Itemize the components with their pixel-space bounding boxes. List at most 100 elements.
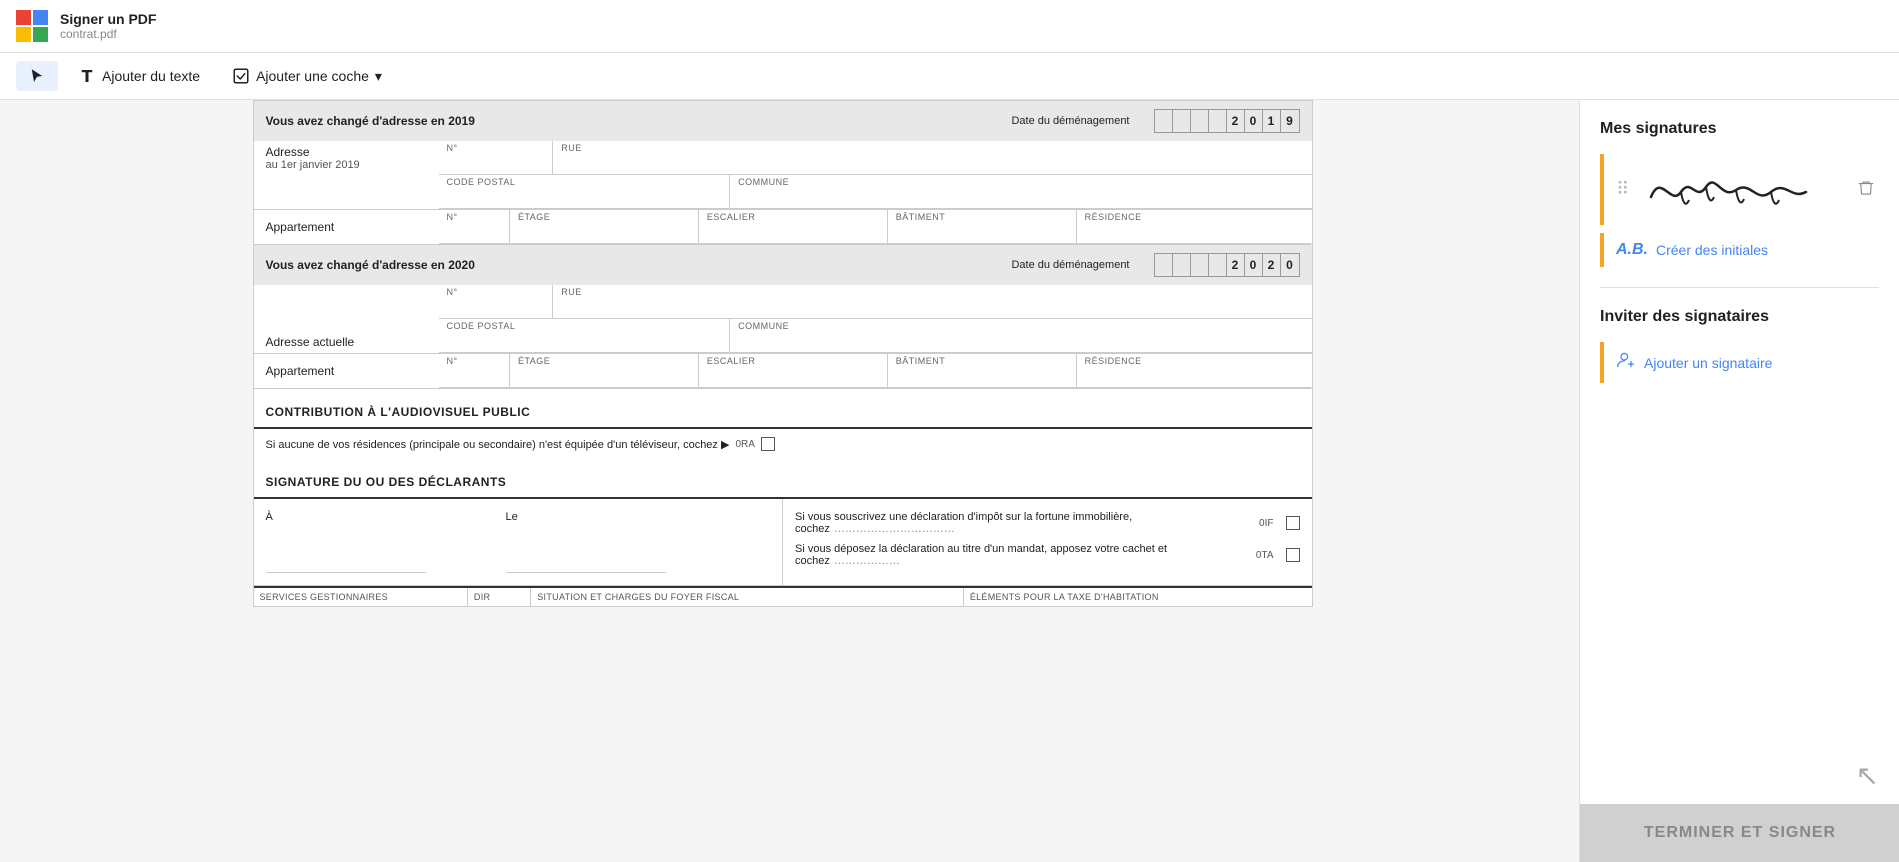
appartement-actuel-area: N° ÉTAGE ESCALIER (439, 354, 1312, 388)
appartement-2019-row: Appartement N° ÉTAGE (254, 210, 1312, 245)
date-box (1209, 110, 1227, 132)
act-etage-sublabel: ÉTAGE (510, 354, 698, 366)
add-text-button[interactable]: Ajouter du texte (66, 61, 212, 91)
add-check-button[interactable]: Ajouter une coche ▾ (220, 61, 394, 91)
commune-sublabel: COMMUNE (730, 175, 1311, 187)
main-layout: Vous avez changé d'adresse en 2019 Date … (0, 100, 1899, 862)
escalier-sublabel: ESCALIER (699, 210, 887, 222)
no-line (439, 153, 553, 175)
act-no-sublabel: N° (439, 285, 553, 297)
date-box: 0 (1245, 110, 1263, 132)
panel-spacer (1580, 395, 1899, 747)
residence-line (1077, 222, 1312, 244)
adresse-actuelle-area: N° RUE C (439, 285, 1312, 353)
app-header: Signer un PDF contrat.pdf (0, 0, 1899, 53)
batiment-line (888, 222, 1076, 244)
date-box: 2 (1227, 254, 1245, 276)
text-icon (78, 67, 96, 85)
services-col: SERVICES GESTIONNAIRES (254, 588, 468, 606)
act-batiment-col: BÂTIMENT (888, 354, 1077, 388)
audiovisuel-text: Si aucune de vos résidences (principale … (266, 438, 730, 451)
rue-line (553, 153, 1311, 175)
a-le-area: À Le (254, 499, 783, 585)
adresse-actuelle-label: Adresse actuelle (266, 335, 355, 349)
rue-col: RUE (553, 141, 1311, 175)
add-check-dropdown-icon: ▾ (375, 68, 382, 85)
address-jan-2019-row: Adresse au 1er janvier 2019 N° (254, 141, 1312, 210)
appt-act-cols: N° ÉTAGE ESCALIER (439, 354, 1312, 388)
act-commune-line (730, 331, 1311, 353)
date-label-2019: Date du déménagement (1011, 115, 1129, 127)
audiovisuel-title: CONTRIBUTION À L'AUDIOVISUEL PUBLIC (254, 397, 1312, 429)
ota-checkbox[interactable] (1286, 548, 1300, 562)
appartement-2019-label: Appartement (266, 220, 335, 234)
invite-title: Inviter des signataires (1600, 308, 1879, 326)
cursor-tool-button[interactable] (16, 61, 58, 91)
check-ta-item: Si vous déposez la déclaration au titre … (795, 543, 1300, 567)
address-change-2019-label: Vous avez changé d'adresse en 2019 (266, 114, 475, 128)
initials-item: A.B. Créer des initiales (1600, 233, 1879, 267)
ota-code: 0TA (1256, 550, 1274, 561)
oif-code: 0IF (1259, 518, 1273, 529)
le-label: Le (506, 511, 518, 523)
act-cp-commune-cols: CODE POSTAL COMMUNE (439, 319, 1312, 353)
create-initials-link[interactable]: Créer des initiales (1656, 242, 1768, 258)
appt-no-col: N° (439, 210, 510, 244)
commune-col: COMMUNE (730, 175, 1311, 209)
date-box (1155, 254, 1173, 276)
appt-cols: N° ÉTAGE ESCALIER (439, 210, 1312, 244)
app-subtitle: contrat.pdf (60, 27, 156, 41)
date-box (1209, 254, 1227, 276)
address-change-2019-row: Vous avez changé d'adresse en 2019 Date … (254, 101, 1312, 141)
signature-main-area: À Le (254, 499, 1312, 586)
appartement-actuel-row: Appartement N° ÉTAGE (254, 354, 1312, 389)
date-box (1191, 254, 1209, 276)
act-batiment-line (888, 366, 1076, 388)
act-escalier-sublabel: ESCALIER (699, 354, 887, 366)
a-le-row: À Le (266, 511, 771, 573)
elements-col: ÉLÉMENTS POUR LA TAXE D'HABITATION (964, 588, 1312, 606)
adresse-jan-label: au 1er janvier 2019 (266, 159, 427, 171)
check-if-text: Si vous souscrivez une déclaration d'imp… (795, 511, 1251, 535)
a-line (266, 523, 426, 573)
delete-signature-button[interactable] (1853, 175, 1879, 204)
escalier-line (699, 222, 887, 244)
a-field: À (266, 511, 426, 573)
initials-icon: A.B. (1616, 241, 1648, 259)
toolbar: Ajouter du texte Ajouter une coche ▾ (0, 53, 1899, 100)
drag-handle-icon[interactable]: ⠿ (1616, 179, 1629, 200)
date-boxes-2019: 2 0 1 9 (1154, 109, 1300, 133)
act-residence-col: RÉSIDENCE (1077, 354, 1312, 388)
signature-title: SIGNATURE DU OU DES DÉCLARANTS (254, 467, 1312, 499)
audiovisuel-content: Si aucune de vos résidences (principale … (254, 429, 1312, 459)
date-box: 1 (1263, 110, 1281, 132)
act-commune-col: COMMUNE (730, 319, 1311, 353)
etage-sublabel: ÉTAGE (510, 210, 698, 222)
add-signatory-link[interactable]: Ajouter un signataire (1644, 355, 1772, 371)
act-cp-col: CODE POSTAL (439, 319, 731, 353)
app-title-group: Signer un PDF contrat.pdf (60, 11, 156, 41)
appt-no-sublabel: N° (439, 210, 509, 222)
check-ta-text: Si vous déposez la déclaration au titre … (795, 543, 1248, 567)
residence-col: RÉSIDENCE (1077, 210, 1312, 244)
ora-checkbox[interactable] (761, 437, 775, 451)
act-residence-line (1077, 366, 1312, 388)
adresse-subfields: N° RUE (439, 141, 1312, 175)
signature-preview (1641, 162, 1845, 217)
situation-col: SITUATION ET CHARGES DU FOYER FISCAL (531, 588, 964, 606)
date-box: 2 (1263, 254, 1281, 276)
a-label: À (266, 511, 273, 523)
check-if-item: Si vous souscrivez une déclaration d'imp… (795, 511, 1300, 535)
cp-col: CODE POSTAL (439, 175, 731, 209)
appt-no-line (439, 222, 509, 244)
appt-act-no-col: N° (439, 354, 510, 388)
check-area: Si vous souscrivez une déclaration d'imp… (782, 499, 1312, 585)
oif-checkbox[interactable] (1286, 516, 1300, 530)
pdf-wrapper: Vous avez changé d'adresse en 2019 Date … (0, 100, 1579, 862)
pdf-scroll-area[interactable]: Vous avez changé d'adresse en 2019 Date … (0, 100, 1579, 862)
act-rue-sublabel: RUE (553, 285, 1311, 297)
trash-icon (1857, 179, 1875, 197)
date-label-2020: Date du déménagement (1011, 259, 1129, 271)
terminer-et-signer-button[interactable]: TERMINER ET SIGNER (1580, 804, 1899, 862)
add-text-label: Ajouter du texte (102, 68, 200, 84)
